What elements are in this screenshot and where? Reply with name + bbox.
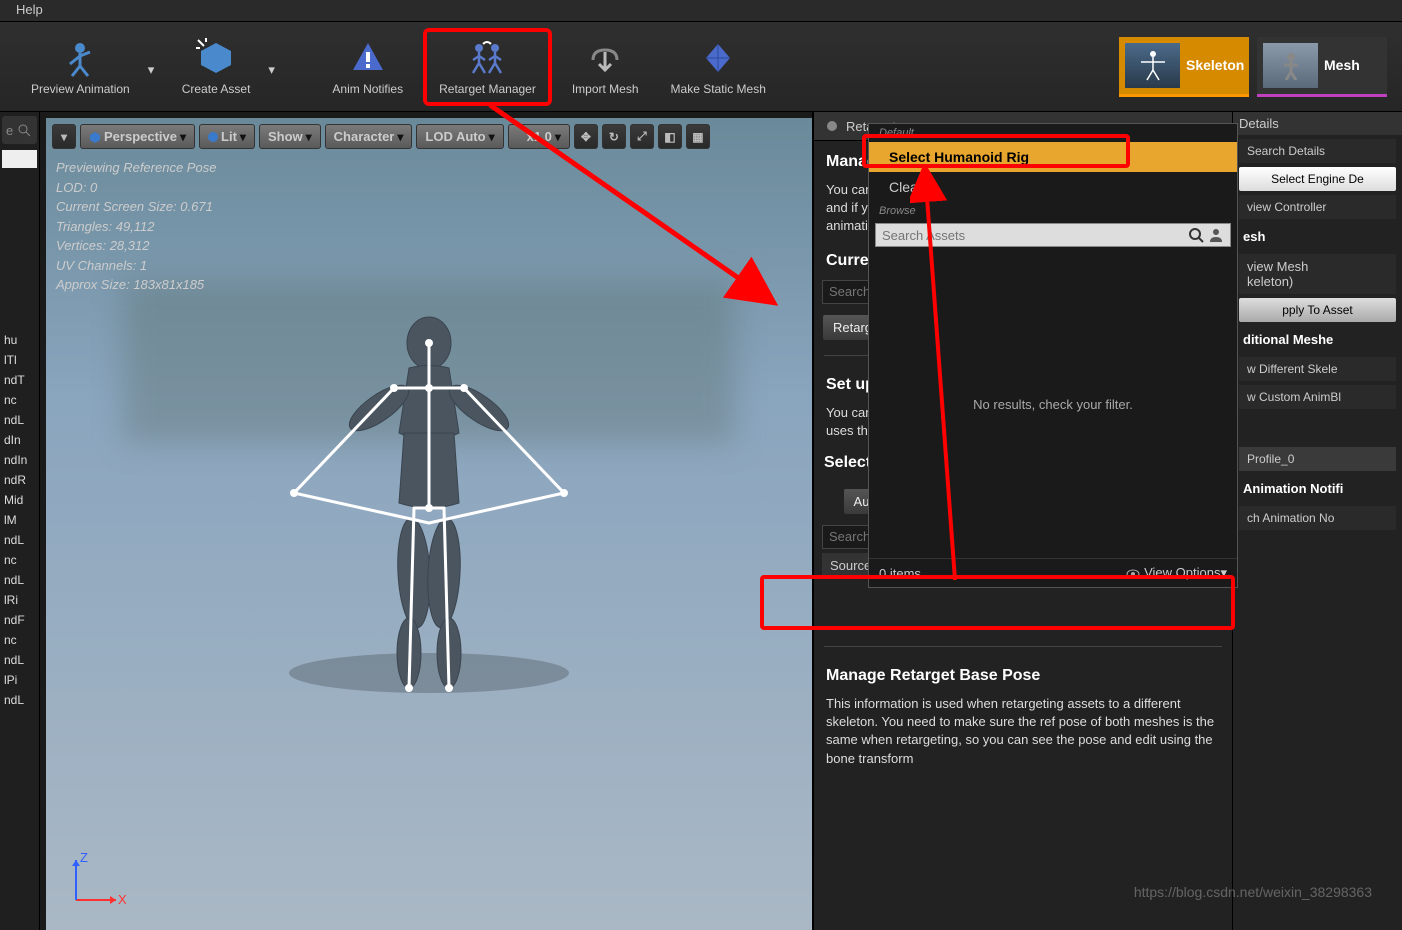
rig-selector-popup: Default Select Humanoid Rig Clear Browse…	[868, 123, 1238, 588]
custom-animbp[interactable]: w Custom AnimBl	[1239, 385, 1396, 409]
create-asset-button[interactable]: Create Asset	[170, 32, 263, 102]
user-icon	[1208, 227, 1224, 243]
dropdown-arrow-icon[interactable]: ▾	[148, 62, 158, 72]
menu-help[interactable]: Help	[8, 0, 51, 19]
search-icon	[1188, 227, 1204, 243]
tree-item[interactable]: nc	[0, 390, 39, 410]
eye-icon	[1126, 569, 1140, 579]
tree-item[interactable]: lPi	[0, 670, 39, 690]
tree-item[interactable]: hu	[0, 330, 39, 350]
rotate-tool-icon[interactable]: ↻	[602, 124, 626, 149]
tree-item[interactable]: ndL	[0, 690, 39, 710]
grid-tool-icon[interactable]: ▦	[686, 124, 710, 149]
preview-mesh-label: view Meshkeleton)	[1239, 254, 1396, 294]
retarget-manager-button[interactable]: Retarget Manager	[423, 28, 552, 106]
viewport-stats: Previewing Reference PoseLOD: 0Current S…	[56, 158, 216, 295]
popup-item-count: 0 items	[879, 566, 921, 581]
dropdown-arrow-icon[interactable]: ▾	[268, 62, 278, 72]
profile-field[interactable]: Profile_0	[1239, 447, 1396, 471]
view-controller[interactable]: view Controller	[1239, 195, 1396, 219]
mesh-mode-tab[interactable]: Mesh	[1257, 37, 1387, 97]
popup-search-input[interactable]	[875, 223, 1231, 247]
tree-item[interactable]: ndT	[0, 370, 39, 390]
select-humanoid-rig-item[interactable]: Select Humanoid Rig	[869, 142, 1237, 172]
skeleton-tree-panel: e hulTlndTncndLdInndInndRMidlMndLncndLlR…	[0, 112, 40, 930]
tree-item[interactable]: ndL	[0, 530, 39, 550]
popup-clear-item[interactable]: Clear	[869, 172, 1237, 202]
notify-search[interactable]: ch Animation No	[1239, 506, 1396, 530]
cube-icon	[89, 131, 101, 143]
perspective-button[interactable]: Perspective▾	[80, 124, 195, 149]
gear-icon	[824, 118, 840, 134]
anim-notify-section: Animation Notifi	[1239, 475, 1396, 502]
tree-item[interactable]: ndL	[0, 410, 39, 430]
search-icon	[17, 123, 31, 137]
scale-tool-icon[interactable]: ⤢	[630, 124, 654, 149]
base-pose-title: Manage Retarget Base Pose	[814, 655, 1232, 691]
mannequin-preview	[249, 293, 609, 713]
additional-meshes-section: ditional Meshe	[1239, 326, 1396, 353]
viewport-menu-button[interactable]: ▾	[52, 124, 76, 149]
svg-text:X: X	[118, 892, 126, 907]
lod-button[interactable]: LOD Auto▾	[416, 124, 503, 149]
axis-gizmo: X Z	[66, 850, 126, 910]
popup-browse-label: Browse	[869, 202, 1237, 220]
mesh-section: esh	[1239, 223, 1396, 250]
tree-item[interactable]: ndF	[0, 610, 39, 630]
watermark: https://blog.csdn.net/weixin_38298363	[1134, 884, 1372, 900]
box-tool-icon[interactable]: ◧	[658, 124, 682, 149]
speed-button[interactable]: x1.0▾	[508, 124, 570, 149]
base-pose-text: This information is used when retargetin…	[814, 691, 1232, 772]
details-tab[interactable]: Details	[1233, 112, 1402, 135]
tree-search[interactable]: e	[2, 116, 37, 144]
make-static-mesh-button[interactable]: Make Static Mesh	[659, 32, 778, 102]
details-panel: Details Search Details Select Engine De …	[1232, 112, 1402, 930]
tree-item[interactable]: lRi	[0, 590, 39, 610]
tree-item[interactable]: ndL	[0, 570, 39, 590]
svg-text:Z: Z	[80, 850, 88, 865]
skeleton-mode-tab[interactable]: Skeleton	[1119, 37, 1249, 97]
tree-item[interactable]: lTl	[0, 350, 39, 370]
engine-dropdown[interactable]: Select Engine De	[1239, 167, 1396, 191]
tree-item[interactable]: ndR	[0, 470, 39, 490]
tree-item[interactable]: ndIn	[0, 450, 39, 470]
tree-item[interactable]: nc	[0, 630, 39, 650]
popup-empty-message: No results, check your filter.	[869, 250, 1237, 558]
tree-item[interactable]: ndL	[0, 650, 39, 670]
different-skeleton[interactable]: w Different Skele	[1239, 357, 1396, 381]
view-options-button[interactable]: View Options▾	[1126, 565, 1227, 581]
character-button[interactable]: Character▾	[325, 124, 413, 149]
tree-item[interactable]: dIn	[0, 430, 39, 450]
show-button[interactable]: Show▾	[259, 124, 321, 149]
details-search[interactable]: Search Details	[1239, 139, 1396, 163]
import-mesh-button[interactable]: Import Mesh	[560, 32, 651, 102]
viewport[interactable]: ▾ Perspective▾ Lit▾ Show▾ Character▾ LOD…	[46, 118, 812, 930]
apply-to-asset-button[interactable]: pply To Asset	[1239, 298, 1396, 322]
popup-default-label: Default	[869, 124, 1237, 142]
move-tool-icon[interactable]: ✥	[574, 124, 598, 149]
tree-item[interactable]: Mid	[0, 490, 39, 510]
tree-item[interactable]: lM	[0, 510, 39, 530]
tree-item[interactable]: nc	[0, 550, 39, 570]
anim-notifies-button[interactable]: Anim Notifies	[320, 32, 415, 102]
lit-button[interactable]: Lit▾	[199, 124, 255, 149]
preview-animation-button[interactable]: Preview Animation	[19, 32, 142, 102]
